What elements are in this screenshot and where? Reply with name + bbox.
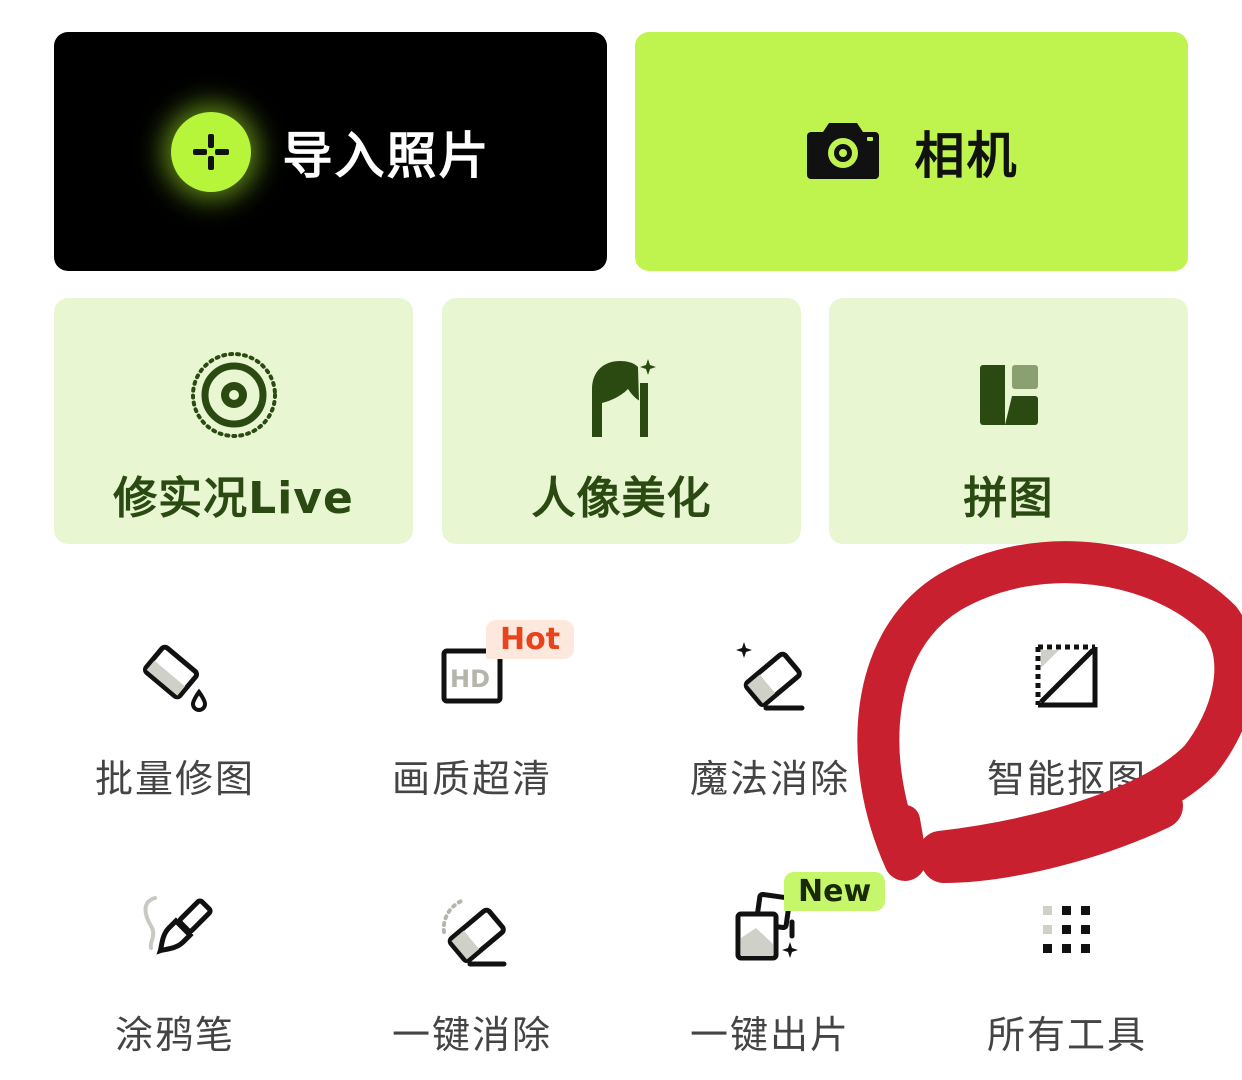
tool-smart-cutout[interactable]: 智能抠图 <box>937 636 1197 803</box>
camera-icon <box>805 119 881 185</box>
tool-label: 所有工具 <box>986 1013 1147 1057</box>
eraser-icon <box>432 890 512 970</box>
feature-card-label: 人像美化 <box>531 473 712 524</box>
portrait-icon <box>577 350 667 440</box>
import-photo-button[interactable]: 导入照片 <box>54 32 607 271</box>
tool-one-click-photo[interactable]: 一键出片 <box>640 890 900 1059</box>
hot-badge: Hot <box>486 620 575 659</box>
tool-label: 一键消除 <box>391 1013 552 1057</box>
batch-edit-icon <box>135 636 215 716</box>
tool-label: 智能抠图 <box>986 757 1147 801</box>
smart-cutout-icon <box>1027 636 1107 716</box>
feature-card-label: 拼图 <box>963 473 1054 524</box>
all-tools-grid-icon <box>1027 890 1107 970</box>
feature-card-label: 修实况Live <box>113 473 354 524</box>
live-photo-icon <box>189 350 279 440</box>
tool-label: 一键出片 <box>689 1013 850 1057</box>
tool-batch-edit[interactable]: 批量修图 <box>45 636 305 803</box>
feature-card-portrait[interactable]: 人像美化 <box>442 298 801 544</box>
tool-label: 涂鸦笔 <box>114 1013 235 1057</box>
tool-magic-eraser[interactable]: 魔法消除 <box>640 636 900 803</box>
feature-card-live[interactable]: 修实况Live <box>54 298 413 544</box>
camera-label: 相机 <box>914 126 1019 185</box>
camera-button[interactable]: 相机 <box>635 32 1188 271</box>
feature-card-collage[interactable]: 拼图 <box>829 298 1188 544</box>
plus-icon <box>170 111 251 192</box>
tool-one-click-erase[interactable]: 一键消除 <box>342 890 602 1059</box>
tool-all-tools[interactable]: 所有工具 <box>937 890 1197 1059</box>
tool-label: 画质超清 <box>391 757 552 801</box>
tool-brush[interactable]: 涂鸦笔 <box>45 890 305 1059</box>
tool-hd[interactable]: HD 画质超清 <box>342 636 602 803</box>
magic-eraser-icon <box>730 636 810 716</box>
tool-label: 批量修图 <box>94 757 255 801</box>
brush-icon <box>135 890 215 970</box>
svg-text:HD: HD <box>450 665 490 693</box>
new-badge: New <box>784 872 886 911</box>
tool-label: 魔法消除 <box>689 757 850 801</box>
collage-icon <box>964 350 1054 440</box>
import-photo-label: 导入照片 <box>282 126 491 185</box>
